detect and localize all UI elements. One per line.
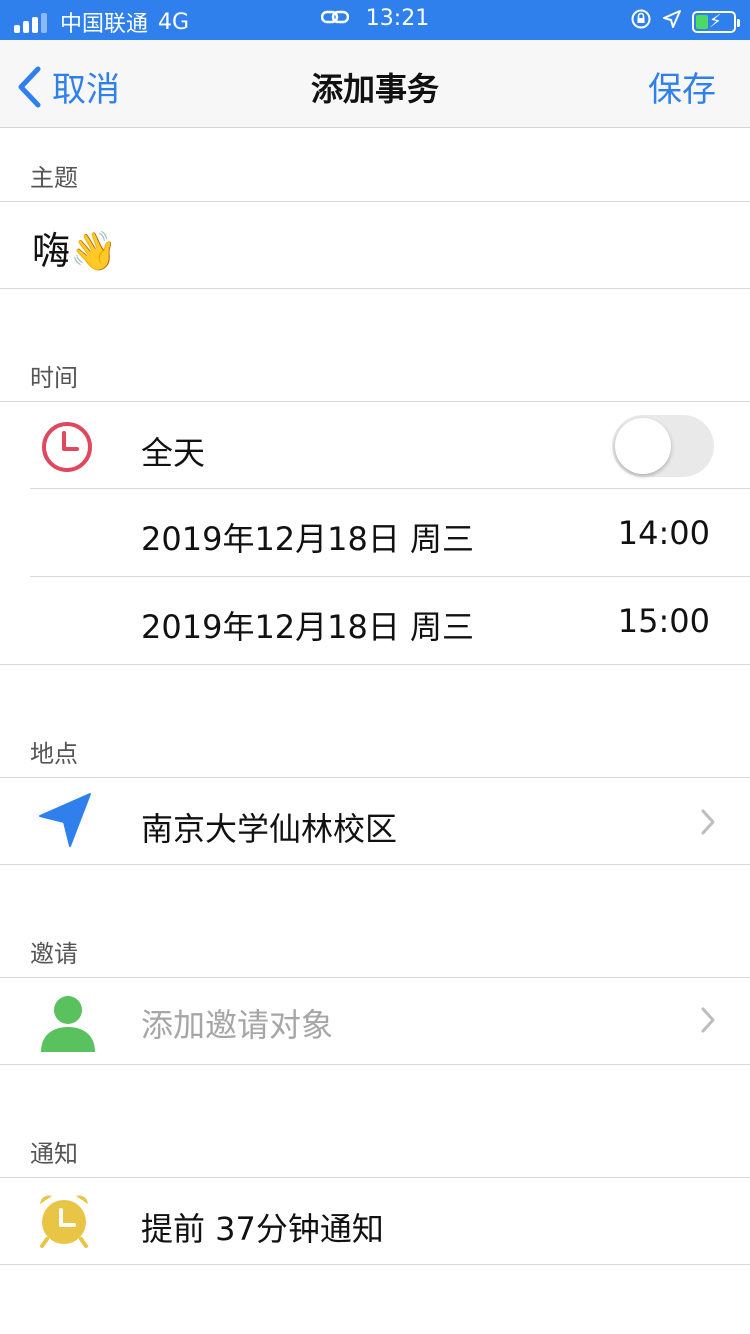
divider [0,1177,750,1178]
location-value: 南京大学仙林校区 [141,810,398,848]
invite-placeholder: 添加邀请对象 [141,1006,334,1044]
battery-icon: ⚡ [692,11,740,33]
rotation-lock-icon [630,8,652,36]
divider [0,201,750,202]
divider [0,288,750,289]
chevron-right-icon [700,808,716,840]
chevron-right-icon [700,1006,716,1038]
divider [0,1064,750,1065]
divider [0,977,750,978]
subject-input[interactable]: 嗨👋 [32,220,117,275]
person-icon [40,994,96,1058]
notify-value: 提前 37分钟通知 [141,1210,384,1248]
status-bar: 中国联通 4G 13:21 ⚡ [0,0,750,40]
start-time: 14:00 [617,514,710,552]
end-time: 15:00 [617,602,710,640]
link-icon [320,7,350,32]
divider [0,664,750,665]
start-date: 2019年12月18日 周三 [141,520,475,558]
divider [30,576,750,577]
location-services-icon [662,9,682,35]
divider [30,488,750,489]
all-day-toggle[interactable] [612,415,714,477]
clock-icon [40,420,94,478]
navigation-arrow-icon [38,792,94,852]
divider [0,401,750,402]
toggle-knob [615,418,671,474]
save-button[interactable]: 保存 [648,62,716,111]
section-header-location: 地点 [30,740,78,768]
section-header-notify: 通知 [30,1140,78,1168]
section-header-invite: 邀请 [30,940,78,968]
divider [0,1264,750,1265]
navigation-bar: 取消 添加事务 保存 [0,40,750,128]
clock-time: 13:21 [365,6,430,31]
page-title: 添加事务 [310,70,439,108]
end-date: 2019年12月18日 周三 [141,608,475,646]
divider [0,777,750,778]
alarm-clock-icon [36,1192,92,1254]
divider [0,864,750,865]
section-header-time: 时间 [30,364,78,392]
section-header-subject: 主题 [30,164,78,192]
all-day-label: 全天 [141,434,206,472]
